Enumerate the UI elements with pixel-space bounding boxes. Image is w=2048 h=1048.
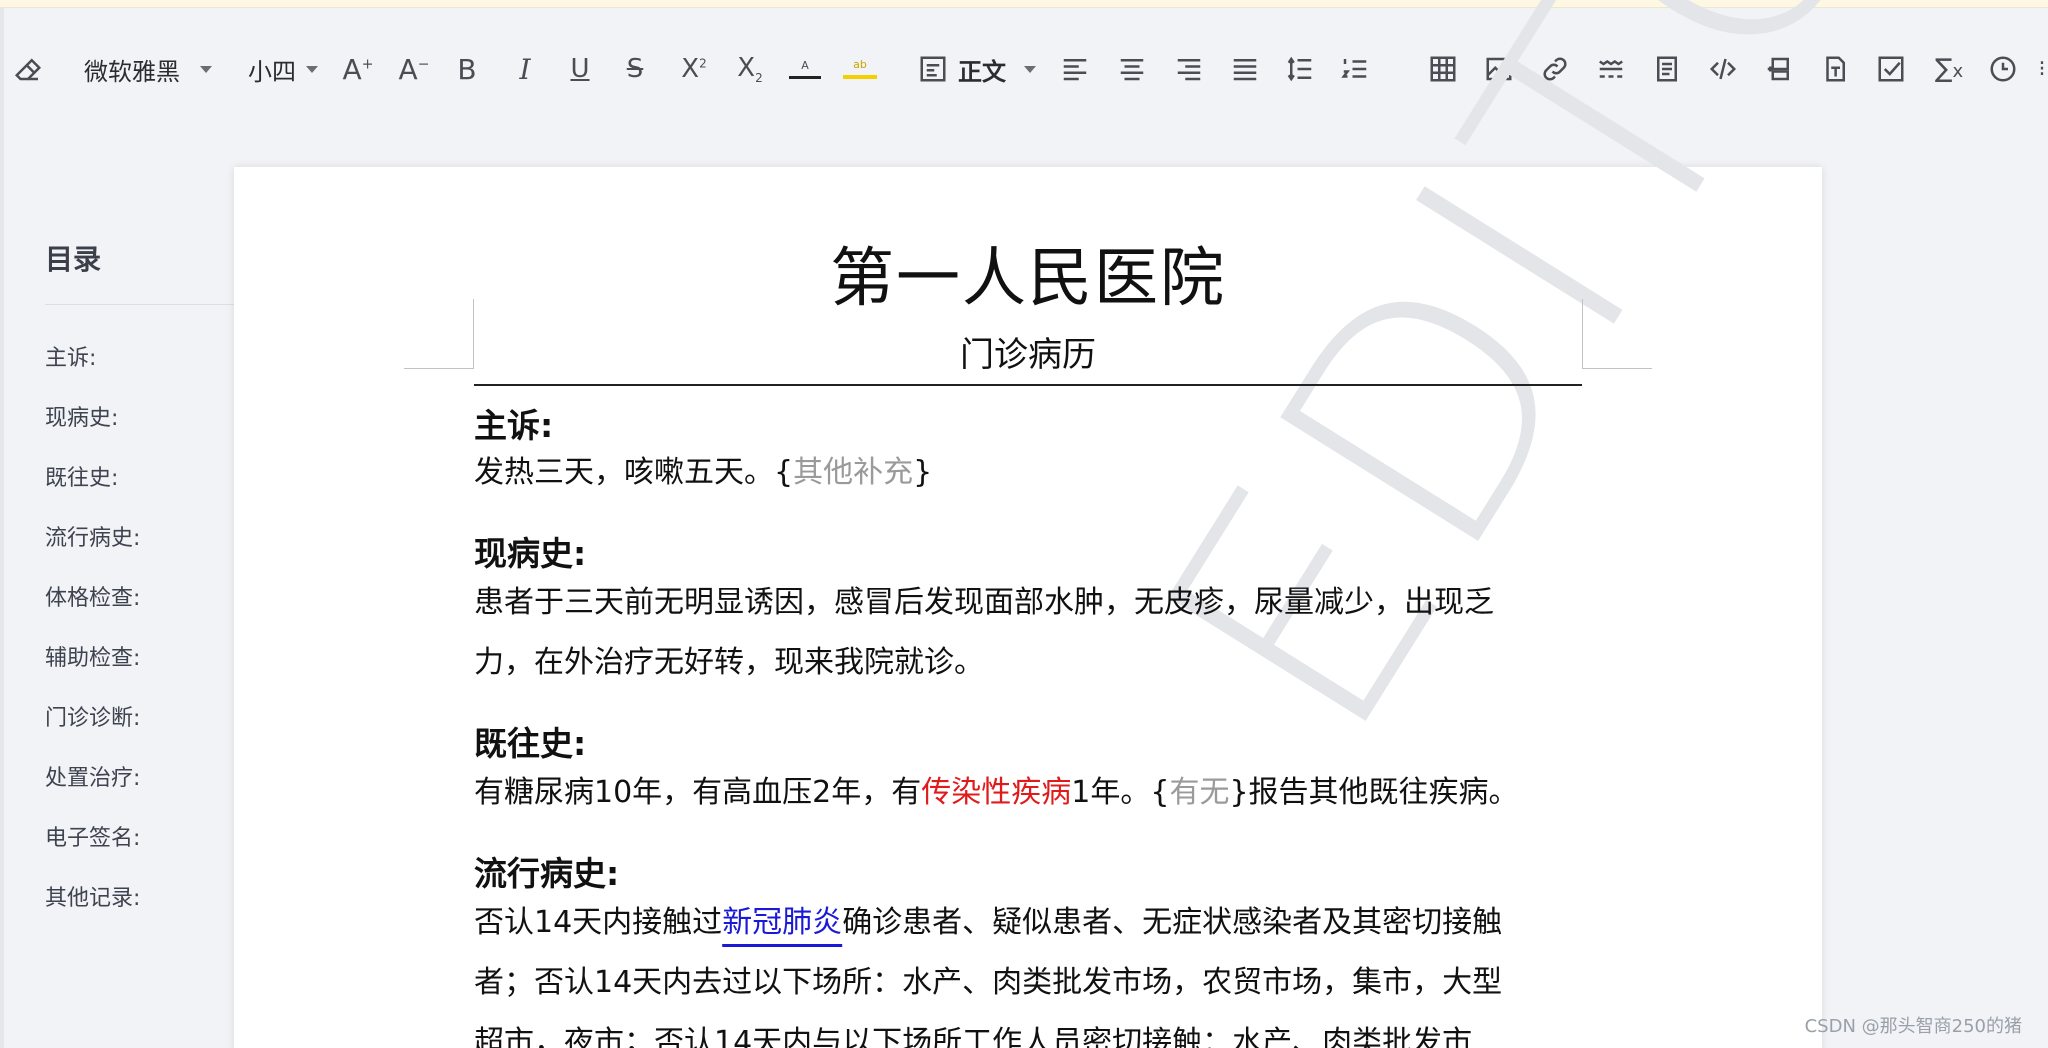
align-right-icon[interactable] xyxy=(1174,30,1204,108)
table-icon[interactable] xyxy=(1428,30,1458,108)
toc-item-chief-complaint[interactable]: 主诉: xyxy=(45,340,96,372)
past-history-part-2: 1年。{ xyxy=(1071,775,1170,810)
toc-item-e-signature[interactable]: 电子签名: xyxy=(45,820,140,852)
toc-item-other-records[interactable]: 其他记录: xyxy=(45,880,140,912)
subscript-icon[interactable]: X2 xyxy=(732,30,768,108)
present-illness-line-2[interactable]: 力，在外治疗无好转，现来我院就诊。 xyxy=(474,633,1582,693)
chief-complaint-text[interactable]: 发热三天，咳嗽五天。{其他补充} xyxy=(474,443,1582,503)
font-size-value: 小四 xyxy=(248,57,296,86)
ordered-list-icon[interactable] xyxy=(1340,30,1370,108)
document-page[interactable]: EDITOR 第一人民医院 门诊病历 主诉: 发热三天，咳嗽五天。{其他补充} … xyxy=(234,0,2048,1048)
date-icon[interactable] xyxy=(1988,30,2018,108)
font-color-icon[interactable]: A xyxy=(788,30,822,108)
line-height-icon[interactable] xyxy=(1285,30,1315,108)
placeholder-field[interactable]: 其他补充 xyxy=(793,455,913,490)
superscript-icon[interactable]: X2 xyxy=(676,30,712,108)
toc-item-past-history[interactable]: 既往史: xyxy=(45,460,118,492)
chief-complaint-brace: } xyxy=(913,455,933,490)
placeholder-field[interactable]: 有无 xyxy=(1169,775,1229,810)
toc-item-treatment[interactable]: 处置治疗: xyxy=(45,760,140,792)
font-family-value: 微软雅黑 xyxy=(84,57,180,86)
hospital-title[interactable]: 第一人民医院 xyxy=(474,227,1582,319)
font-family-select[interactable]: 微软雅黑 xyxy=(84,30,220,108)
header-corner-right xyxy=(1582,299,1652,369)
section-title-chief-complaint: 主诉: xyxy=(474,406,554,445)
infectious-disease-highlight[interactable]: 传染性疾病 xyxy=(921,775,1071,810)
text-box-icon[interactable] xyxy=(1820,30,1850,108)
epidemic-history-line-3[interactable]: 超市，夜市；否认14天内与以下场所工作人员密切接触：水产、肉类批发市 xyxy=(474,1013,1582,1048)
font-increase-icon[interactable]: A+ xyxy=(340,30,376,108)
align-left-icon[interactable] xyxy=(1060,30,1090,108)
code-icon[interactable] xyxy=(1708,30,1738,108)
strikethrough-icon[interactable]: S xyxy=(620,30,650,108)
notification-strip xyxy=(0,0,2048,8)
toc-item-auxiliary-exam[interactable]: 辅助检查: xyxy=(45,640,140,672)
eraser-icon[interactable] xyxy=(8,30,48,108)
toc-title: 目录 xyxy=(45,243,102,276)
checkbox-icon[interactable] xyxy=(1876,30,1906,108)
chevron-down-icon xyxy=(1024,65,1036,73)
highlight-color-icon[interactable]: ab xyxy=(842,30,878,108)
control-icon[interactable] xyxy=(1764,30,1794,108)
separator-icon[interactable] xyxy=(1596,30,1626,108)
epidemic-history-line-1[interactable]: 否认14天内接触过新冠肺炎确诊患者、疑似患者、无症状感染者及其密切接触 xyxy=(474,893,1582,953)
epidemic-history-line-2[interactable]: 者；否认14天内去过以下场所：水产、肉类批发市场，农贸市场，集市，大型 xyxy=(474,953,1582,1013)
align-justify-icon[interactable] xyxy=(1230,30,1260,108)
underline-icon[interactable]: U xyxy=(565,30,595,108)
font-size-select[interactable]: 小四 xyxy=(248,30,322,108)
record-subtitle[interactable]: 门诊病历 xyxy=(474,327,1582,376)
paragraph-style-select[interactable]: 正文 xyxy=(958,30,1042,108)
paragraph-style-value: 正文 xyxy=(958,57,1006,86)
section-title-present-illness: 现病史: xyxy=(474,534,587,573)
chevron-down-icon xyxy=(306,65,318,73)
bold-icon[interactable]: B xyxy=(452,30,482,108)
align-center-icon[interactable] xyxy=(1117,30,1147,108)
past-history-part-3: }报告其他既往疾病。 xyxy=(1229,775,1519,810)
past-history-text[interactable]: 有糖尿病10年，有高血压2年，有传染性疾病1年。{有无}报告其他既往疾病。 xyxy=(474,763,1582,823)
more-icon[interactable]: ⁝ xyxy=(2036,30,2048,108)
left-edge xyxy=(0,8,4,1048)
header-corner-left xyxy=(404,299,474,369)
covid-link[interactable]: 新冠肺炎 xyxy=(722,905,842,940)
formula-icon[interactable]: ∑x xyxy=(1932,30,1966,108)
image-icon[interactable] xyxy=(1484,30,1514,108)
past-history-part-1: 有糖尿病10年，有高血压2年，有 xyxy=(474,775,922,810)
toc-item-epidemic-history[interactable]: 流行病史: xyxy=(45,520,140,552)
page-break-icon[interactable] xyxy=(1652,30,1682,108)
chevron-down-icon xyxy=(200,65,212,73)
chief-complaint-body: 发热三天，咳嗽五天。{ xyxy=(474,455,794,490)
header-divider xyxy=(474,384,1582,386)
font-decrease-icon[interactable]: A− xyxy=(396,30,432,108)
editor-toolbar: 微软雅黑 小四 A+ A− B I U S X2 X2 A ab 正文 ∑x ⁝ xyxy=(0,30,2048,108)
toc-item-present-illness[interactable]: 现病史: xyxy=(45,400,118,432)
toc-item-diagnosis[interactable]: 门诊诊断: xyxy=(45,700,140,732)
toc-item-physical-exam[interactable]: 体格检查: xyxy=(45,580,140,612)
toc-divider xyxy=(45,304,235,305)
csdn-credit: CSDN @那头智商250的猪 xyxy=(1804,1016,2022,1037)
epidemic-part-1: 否认14天内接触过 xyxy=(474,905,723,940)
paragraph-style-icon[interactable] xyxy=(918,30,948,108)
section-title-past-history: 既往史: xyxy=(474,724,587,763)
link-icon[interactable] xyxy=(1540,30,1570,108)
italic-icon[interactable]: I xyxy=(510,30,540,108)
section-title-epidemic-history: 流行病史: xyxy=(474,854,620,893)
present-illness-line-1[interactable]: 患者于三天前无明显诱因，感冒后发现面部水肿，无皮疹，尿量减少，出现乏 xyxy=(474,573,1582,633)
epidemic-part-2: 确诊患者、疑似患者、无症状感染者及其密切接触 xyxy=(842,905,1503,940)
